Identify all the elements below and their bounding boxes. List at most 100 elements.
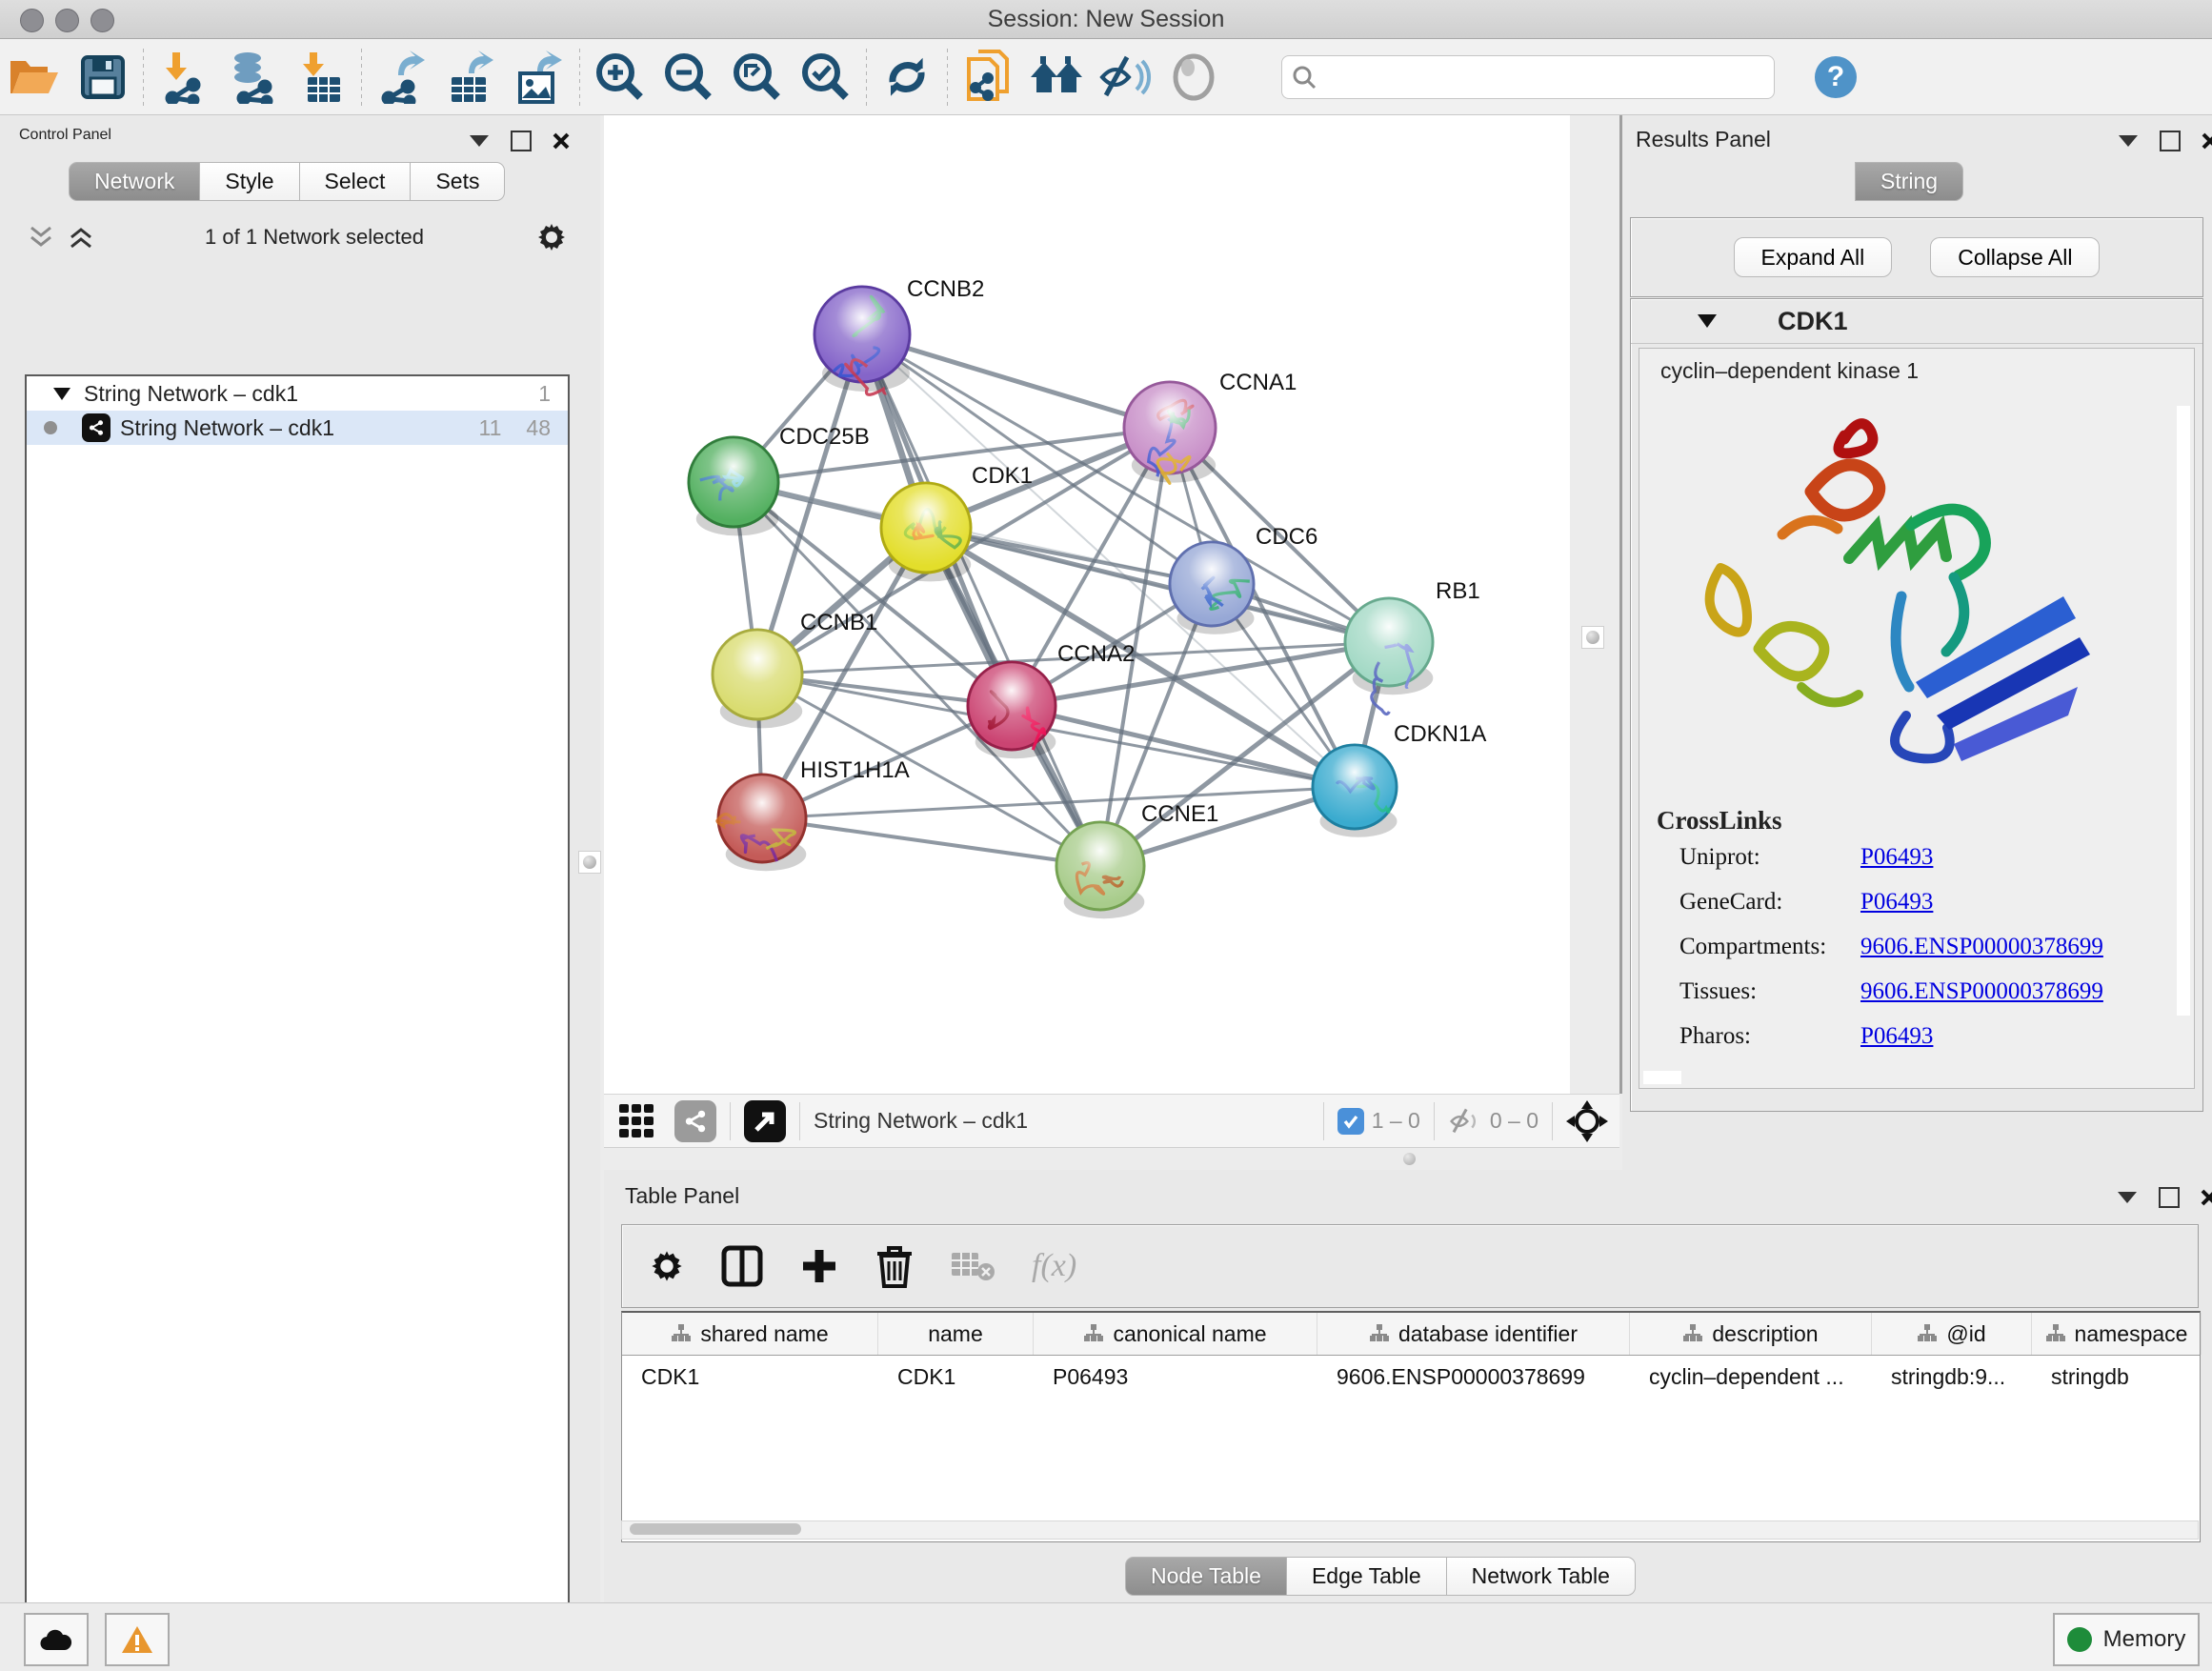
collapse-all-icon[interactable] bbox=[29, 226, 53, 249]
selected-checkbox-icon[interactable] bbox=[1337, 1108, 1364, 1135]
tree-expand-icon[interactable] bbox=[53, 388, 70, 400]
close-panel-icon[interactable] bbox=[553, 132, 570, 150]
right-splitter[interactable] bbox=[1570, 115, 1622, 1094]
network-node-CDKN1A[interactable] bbox=[1313, 745, 1397, 837]
column-header-canonical-name[interactable]: canonical name bbox=[1034, 1313, 1317, 1355]
tab-network[interactable]: Network bbox=[69, 162, 200, 201]
open-session-icon[interactable] bbox=[0, 48, 69, 107]
tab-sets[interactable]: Sets bbox=[411, 162, 505, 201]
tab-edge-table[interactable]: Edge Table bbox=[1287, 1557, 1447, 1596]
export-table-icon[interactable] bbox=[436, 48, 505, 107]
maximize-panel-icon[interactable] bbox=[2159, 1187, 2180, 1208]
table-cell[interactable]: P06493 bbox=[1034, 1356, 1317, 1398]
tab-style[interactable]: Style bbox=[200, 162, 299, 201]
table-cell[interactable]: CDK1 bbox=[622, 1356, 878, 1398]
left-splitter-handle[interactable] bbox=[578, 851, 601, 874]
right-splitter-handle[interactable] bbox=[1581, 626, 1604, 649]
crosslink-value-link[interactable]: 9606.ENSP00000378699 bbox=[1860, 978, 2103, 1005]
zoom-fit-icon[interactable] bbox=[723, 48, 792, 107]
hidden-eye-icon[interactable] bbox=[1448, 1107, 1482, 1136]
column-header-shared-name[interactable]: shared name bbox=[622, 1313, 878, 1355]
network-node-CCNB1[interactable] bbox=[713, 630, 802, 728]
float-panel-icon[interactable] bbox=[2117, 1191, 2138, 1204]
network-options-gear-icon[interactable] bbox=[535, 221, 568, 253]
export-image-icon[interactable] bbox=[505, 48, 573, 107]
expand-all-button[interactable]: Expand All bbox=[1734, 237, 1893, 277]
tab-network-table[interactable]: Network Table bbox=[1447, 1557, 1636, 1596]
help-icon[interactable]: ? bbox=[1815, 56, 1857, 98]
column-header-database-identifier[interactable]: database identifier bbox=[1317, 1313, 1630, 1355]
open-in-window-icon[interactable] bbox=[744, 1100, 786, 1142]
table-row[interactable]: CDK1CDK1P064939606.ENSP00000378699cyclin… bbox=[622, 1356, 2200, 1398]
scrollbar-thumb[interactable] bbox=[630, 1523, 801, 1535]
network-node-CDC6[interactable] bbox=[1170, 542, 1254, 634]
table-horizontal-scrollbar[interactable] bbox=[621, 1520, 2199, 1540]
table-options-gear-icon[interactable] bbox=[649, 1248, 685, 1284]
tab-node-table[interactable]: Node Table bbox=[1125, 1557, 1287, 1596]
network-node-CDC25B[interactable] bbox=[689, 437, 778, 535]
string-home-icon[interactable] bbox=[1022, 48, 1091, 107]
zoom-in-icon[interactable] bbox=[586, 48, 654, 107]
crosslink-value-link[interactable]: P06493 bbox=[1860, 844, 1933, 871]
save-session-icon[interactable] bbox=[69, 48, 137, 107]
table-cell[interactable]: stringdb bbox=[2032, 1356, 2202, 1398]
collapse-entry-icon[interactable] bbox=[1698, 314, 1717, 328]
column-header-namespace[interactable]: namespace bbox=[2032, 1313, 2202, 1355]
column-header-name[interactable]: name bbox=[878, 1313, 1034, 1355]
warnings-button[interactable] bbox=[105, 1613, 170, 1666]
float-panel-icon[interactable] bbox=[2118, 134, 2139, 148]
apply-layout-icon[interactable] bbox=[873, 48, 941, 107]
column-header--id[interactable]: @id bbox=[1872, 1313, 2032, 1355]
zoom-out-icon[interactable] bbox=[654, 48, 723, 107]
crosslink-value-link[interactable]: P06493 bbox=[1860, 889, 1933, 916]
network-node-CCNE1[interactable] bbox=[1056, 822, 1144, 918]
fit-content-crosshair-icon[interactable] bbox=[1566, 1100, 1608, 1142]
search-field[interactable] bbox=[1281, 55, 1775, 99]
table-cell[interactable]: stringdb:9... bbox=[1872, 1356, 2032, 1398]
show-columns-icon[interactable] bbox=[721, 1245, 763, 1287]
column-header-description[interactable]: description bbox=[1630, 1313, 1872, 1355]
minimize-window-button[interactable] bbox=[55, 9, 79, 32]
import-network-database-icon[interactable] bbox=[218, 48, 287, 107]
import-table-icon[interactable] bbox=[287, 48, 355, 107]
tab-select[interactable]: Select bbox=[300, 162, 412, 201]
network-node-HIST1H1A[interactable] bbox=[717, 775, 807, 871]
cloud-button[interactable] bbox=[24, 1613, 89, 1666]
float-panel-icon[interactable] bbox=[469, 134, 490, 148]
tab-string-results[interactable]: String bbox=[1855, 162, 1963, 201]
table-cell[interactable]: CDK1 bbox=[878, 1356, 1034, 1398]
zoom-selected-icon[interactable] bbox=[792, 48, 860, 107]
maximize-panel-icon[interactable] bbox=[2160, 131, 2181, 151]
close-window-button[interactable] bbox=[20, 9, 44, 32]
results-vertical-scrollbar[interactable] bbox=[2177, 406, 2190, 1016]
close-panel-icon[interactable] bbox=[2202, 132, 2212, 150]
export-network-icon[interactable] bbox=[368, 48, 436, 107]
network-row-selected[interactable]: String Network – cdk1 11 48 bbox=[27, 411, 568, 445]
close-panel-icon[interactable] bbox=[2201, 1189, 2212, 1206]
import-network-file-icon[interactable] bbox=[150, 48, 218, 107]
collapse-all-button[interactable]: Collapse All bbox=[1930, 237, 2100, 277]
memory-button[interactable]: Memory bbox=[2053, 1613, 2200, 1666]
network-node-RB1[interactable] bbox=[1345, 598, 1433, 715]
crosslink-value-link[interactable]: 9606.ENSP00000378699 bbox=[1860, 934, 2103, 960]
birdseye-grid-icon[interactable] bbox=[617, 1102, 655, 1140]
gene-header-row[interactable]: CDK1 bbox=[1631, 299, 2202, 344]
table-cell[interactable]: cyclin–dependent ... bbox=[1630, 1356, 1872, 1398]
expand-all-icon[interactable] bbox=[69, 226, 93, 249]
hide-selected-icon[interactable] bbox=[1091, 48, 1159, 107]
network-node-CCNB2[interactable] bbox=[814, 287, 910, 394]
network-node-CCNA1[interactable] bbox=[1124, 382, 1216, 483]
network-collection-row[interactable]: String Network – cdk1 1 bbox=[27, 376, 568, 411]
add-column-icon[interactable] bbox=[799, 1246, 839, 1286]
results-horizontal-scrollbar[interactable] bbox=[1643, 1071, 1681, 1084]
delete-column-icon[interactable] bbox=[875, 1244, 914, 1288]
table-cell[interactable]: 9606.ENSP00000378699 bbox=[1317, 1356, 1630, 1398]
network-node-CDK1[interactable] bbox=[881, 483, 971, 581]
crosslink-value-link[interactable]: P06493 bbox=[1860, 1023, 1933, 1050]
share-document-icon[interactable] bbox=[954, 48, 1022, 107]
zoom-window-button[interactable] bbox=[90, 9, 114, 32]
search-input[interactable] bbox=[1317, 64, 1730, 91]
table-splitter-handle[interactable] bbox=[1395, 1149, 1423, 1168]
network-node-CCNA2[interactable] bbox=[968, 662, 1056, 758]
show-eye-icon[interactable] bbox=[1159, 48, 1228, 107]
